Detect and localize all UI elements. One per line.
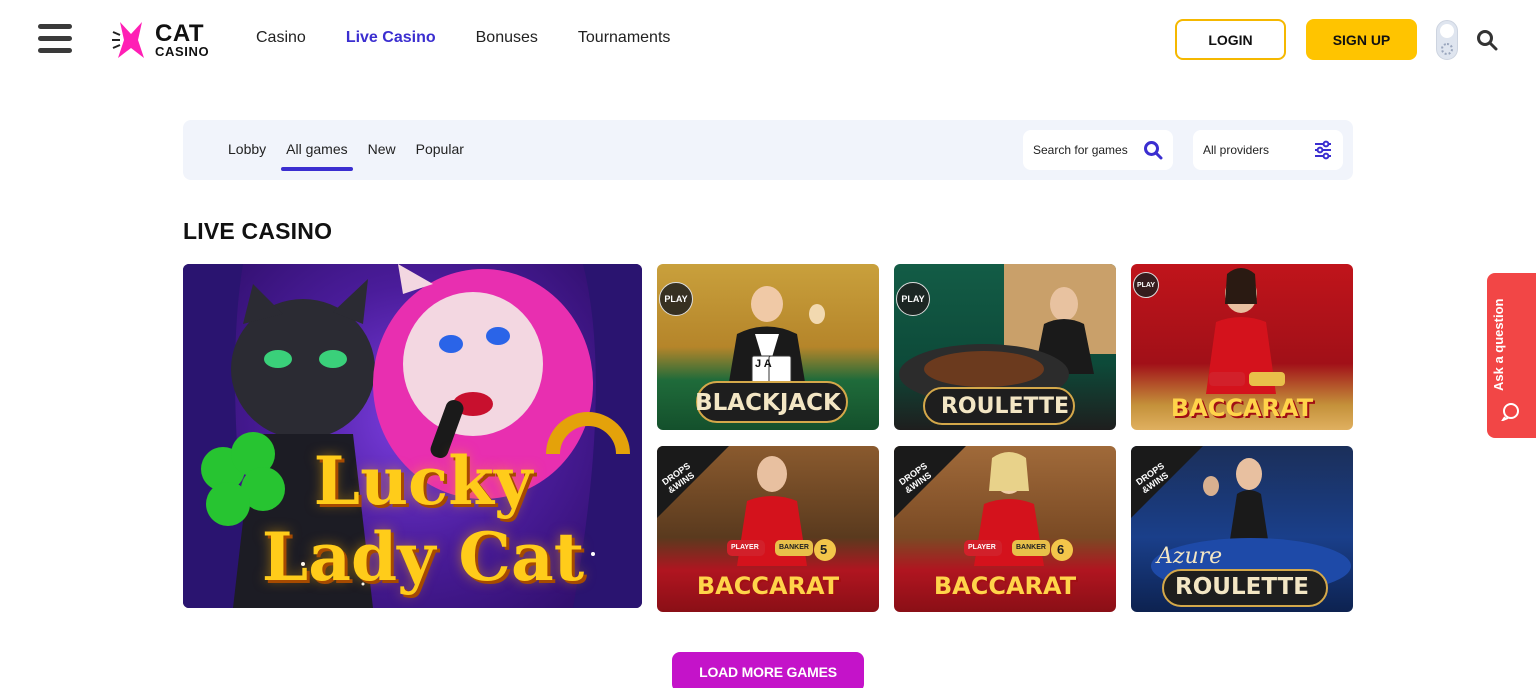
tab-popular[interactable]: Popular [416,141,464,171]
game-tile-baccarat-6[interactable]: DROPS &WINS PLAYER BANKER 6 BACCARAT [894,446,1116,612]
player-label: PLAYER [968,544,996,551]
search-icon[interactable] [1476,29,1498,51]
search-icon[interactable] [1143,140,1163,160]
player-label: PLAYER [731,544,759,551]
cat-logo-icon [112,22,144,58]
site-header: CAT CASINO Casino Live Casino Bonuses To… [0,0,1536,80]
baccarat-title: BACCARAT [1170,394,1314,422]
game-tile-baccarat-5[interactable]: DROPS &WINS PLAYER BANKER 5 BACCARAT [657,446,879,612]
site-logo[interactable]: CAT CASINO [112,20,222,60]
toggle-knob [1440,24,1454,38]
baccarat-6-title: BACCARAT [933,572,1077,600]
game-tabs: Lobby All games New Popular [228,141,484,171]
ask-question-tab[interactable]: Ask a question [1487,273,1536,438]
ask-question-label: Ask a question [1491,298,1506,391]
load-more-games-button[interactable]: LOAD MORE GAMES [672,652,864,688]
main-nav: Casino Live Casino Bonuses Tournaments [256,29,710,47]
play-provider-badge: PLAY [659,282,693,316]
theme-toggle[interactable] [1436,20,1458,60]
banker-label: BANKER [779,544,809,551]
table-number: 5 [820,542,828,557]
tab-all-games[interactable]: All games [281,141,354,171]
menu-icon[interactable] [38,24,72,54]
nav-item-live-casino[interactable]: Live Casino [346,29,436,47]
blackjack-title: BLACKJACK [695,390,841,416]
nav-item-tournaments[interactable]: Tournaments [578,29,671,47]
game-tile-lucky-lady-cat[interactable]: Lucky Lady Cat [183,264,642,608]
game-tile-azure-roulette[interactable]: DROPS &WINS Azure ROULETTE [1131,446,1353,612]
azure-roulette-title: ROULETTE [1175,574,1309,600]
blackjack-card-text: J A [755,358,772,370]
table-number: 6 [1057,542,1065,557]
game-filter-bar: Lobby All games New Popular All provider… [183,120,1353,180]
roulette-title: ROULETTE [940,394,1070,419]
signup-button[interactable]: SIGN UP [1306,19,1417,60]
chat-bubble-icon [1501,403,1519,421]
baccarat-5-title: BACCARAT [696,572,840,600]
nav-item-bonuses[interactable]: Bonuses [476,29,538,47]
play-provider-badge: PLAY [896,282,930,316]
lucky-lady-cat-title-line2: Lady Cat [261,518,585,596]
filter-sliders-icon [1315,140,1331,160]
game-search-field[interactable] [1023,130,1173,170]
section-title: LIVE CASINO [183,218,333,244]
play-provider-badge: PLAY [1133,272,1159,298]
game-tile-baccarat[interactable]: PLAY BACCARAT [1131,264,1353,430]
tab-lobby[interactable]: Lobby [228,141,266,171]
sun-icon [1441,43,1453,55]
nav-item-casino[interactable]: Casino [256,29,306,47]
providers-label: All providers [1203,143,1270,157]
providers-dropdown[interactable]: All providers [1193,130,1343,170]
login-button[interactable]: LOGIN [1175,19,1286,60]
logo-text-casino: CASINO [155,44,210,59]
banker-label: BANKER [1016,544,1046,551]
game-tile-blackjack[interactable]: PLAY J A BLACKJACK [657,264,879,430]
game-tile-roulette[interactable]: PLAY ROULETTE [894,264,1116,430]
azure-script-title: Azure [1157,544,1223,569]
tab-new[interactable]: New [368,141,396,171]
game-search-input[interactable] [1033,143,1133,157]
lucky-lady-cat-title-line1: Lucky [313,442,533,520]
